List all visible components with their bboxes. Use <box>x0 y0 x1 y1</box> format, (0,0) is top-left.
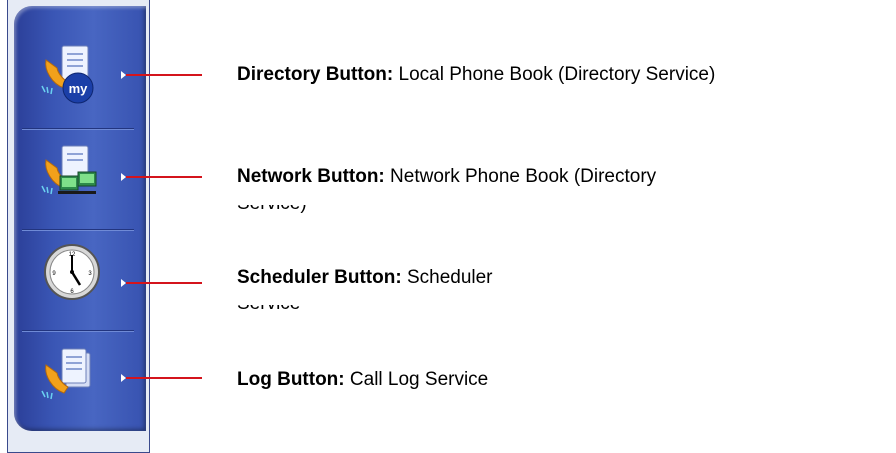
caption-text: Local Phone Book (Directory Service) <box>398 64 716 85</box>
callout-line <box>126 282 202 284</box>
caption-text: Network Phone Book (Directory <box>390 166 657 187</box>
directory-button[interactable]: my <box>38 38 106 106</box>
call-log-icon <box>41 348 91 400</box>
phone-book-network-icon <box>41 145 97 195</box>
callout-line <box>126 377 202 379</box>
log-button-caption: Log Button: Call Log Service <box>237 369 488 391</box>
caption-title: Directory Button: <box>237 64 394 85</box>
callout-line <box>126 74 202 76</box>
clipped-caption-text: Service) <box>237 205 307 214</box>
network-button-caption: Network Button: Network Phone Book (Dire… <box>237 166 656 188</box>
network-button[interactable] <box>38 138 106 206</box>
caption-text: Scheduler <box>406 267 493 288</box>
scheduler-button-caption: Scheduler Button: Scheduler <box>237 267 493 289</box>
caption-text: Call Log Service <box>349 369 489 390</box>
phone-book-my-icon: my <box>41 45 94 104</box>
clipped-caption-text: Service <box>237 305 300 314</box>
caption-title: Log Button: <box>237 369 345 390</box>
scheduler-button[interactable]: 12 3 6 9 <box>38 238 106 306</box>
clock-icon: 12 3 6 9 <box>44 244 100 300</box>
svg-text:my: my <box>69 81 89 96</box>
separator <box>22 229 134 231</box>
caption-title: Network Button: <box>237 166 385 187</box>
directory-button-caption: Directory Button: Local Phone Book (Dire… <box>237 64 715 86</box>
callout-line <box>126 176 202 178</box>
separator <box>22 128 134 130</box>
separator <box>22 330 134 332</box>
caption-title: Scheduler Button: <box>237 267 402 288</box>
log-button[interactable] <box>38 343 106 411</box>
